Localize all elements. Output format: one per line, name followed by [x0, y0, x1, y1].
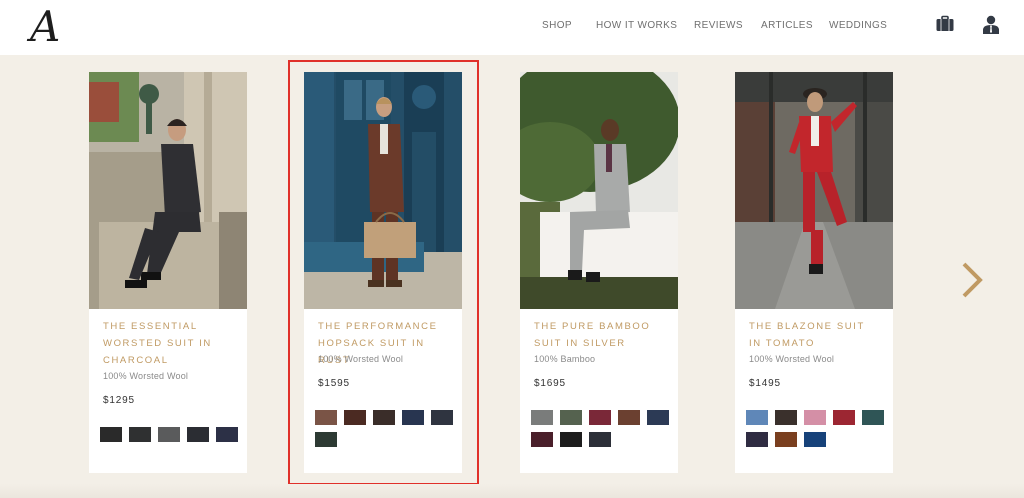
color-swatch[interactable] — [775, 432, 797, 447]
swatch-list — [531, 410, 676, 447]
product-card[interactable]: THE PURE BAMBOO SUIT IN SILVER 100% Bamb… — [520, 72, 678, 473]
color-swatch[interactable] — [129, 427, 151, 442]
product-fabric: 100% Worsted Wool — [103, 371, 189, 381]
page-footer-edge — [0, 484, 1024, 498]
nav-how-it-works[interactable]: HOW IT WORKS — [596, 20, 677, 31]
color-swatch[interactable] — [531, 410, 553, 425]
product-price: $1295 — [103, 395, 135, 406]
user-icon[interactable] — [981, 14, 1001, 39]
product-card[interactable]: THE ESSENTIAL WORSTED SUIT IN CHARCOAL 1… — [89, 72, 247, 473]
color-swatch[interactable] — [560, 432, 582, 447]
site-header: A SHOP HOW IT WORKS REVIEWS ARTICLES WED… — [0, 0, 1024, 55]
product-price: $1495 — [749, 378, 781, 389]
color-swatch[interactable] — [804, 410, 826, 425]
color-swatch[interactable] — [187, 427, 209, 442]
color-swatch[interactable] — [804, 432, 826, 447]
nav-reviews[interactable]: REVIEWS — [694, 20, 743, 31]
product-name[interactable]: THE PURE BAMBOO SUIT IN SILVER — [534, 318, 666, 352]
color-swatch[interactable] — [833, 410, 855, 425]
product-fabric: 100% Worsted Wool — [749, 354, 835, 364]
swatch-list — [100, 427, 245, 442]
product-name[interactable]: THE BLAZONE SUIT IN TOMATO — [749, 318, 881, 352]
color-swatch[interactable] — [531, 432, 553, 447]
color-swatch[interactable] — [589, 432, 611, 447]
product-image[interactable] — [520, 72, 678, 309]
color-swatch[interactable] — [158, 427, 180, 442]
briefcase-icon[interactable] — [935, 14, 955, 39]
color-swatch[interactable] — [746, 432, 768, 447]
brand-logo[interactable]: A — [30, 4, 60, 50]
swatch-list — [746, 410, 891, 447]
nav-articles[interactable]: ARTICLES — [761, 20, 813, 31]
color-swatch[interactable] — [862, 410, 884, 425]
color-swatch[interactable] — [618, 410, 640, 425]
chevron-right-icon[interactable] — [958, 260, 986, 305]
product-name[interactable]: THE ESSENTIAL WORSTED SUIT IN CHARCOAL — [103, 318, 235, 369]
color-swatch[interactable] — [589, 410, 611, 425]
selected-product-highlight — [288, 60, 479, 485]
product-card[interactable]: THE BLAZONE SUIT IN TOMATO 100% Worsted … — [735, 72, 893, 473]
nav-shop[interactable]: SHOP — [542, 20, 572, 31]
color-swatch[interactable] — [647, 410, 669, 425]
color-swatch[interactable] — [746, 410, 768, 425]
color-swatch[interactable] — [100, 427, 122, 442]
product-image[interactable] — [735, 72, 893, 309]
product-image[interactable] — [89, 72, 247, 309]
nav-weddings[interactable]: WEDDINGS — [829, 20, 887, 31]
product-fabric: 100% Bamboo — [534, 354, 596, 364]
color-swatch[interactable] — [560, 410, 582, 425]
product-price: $1695 — [534, 378, 566, 389]
color-swatch[interactable] — [216, 427, 238, 442]
color-swatch[interactable] — [775, 410, 797, 425]
